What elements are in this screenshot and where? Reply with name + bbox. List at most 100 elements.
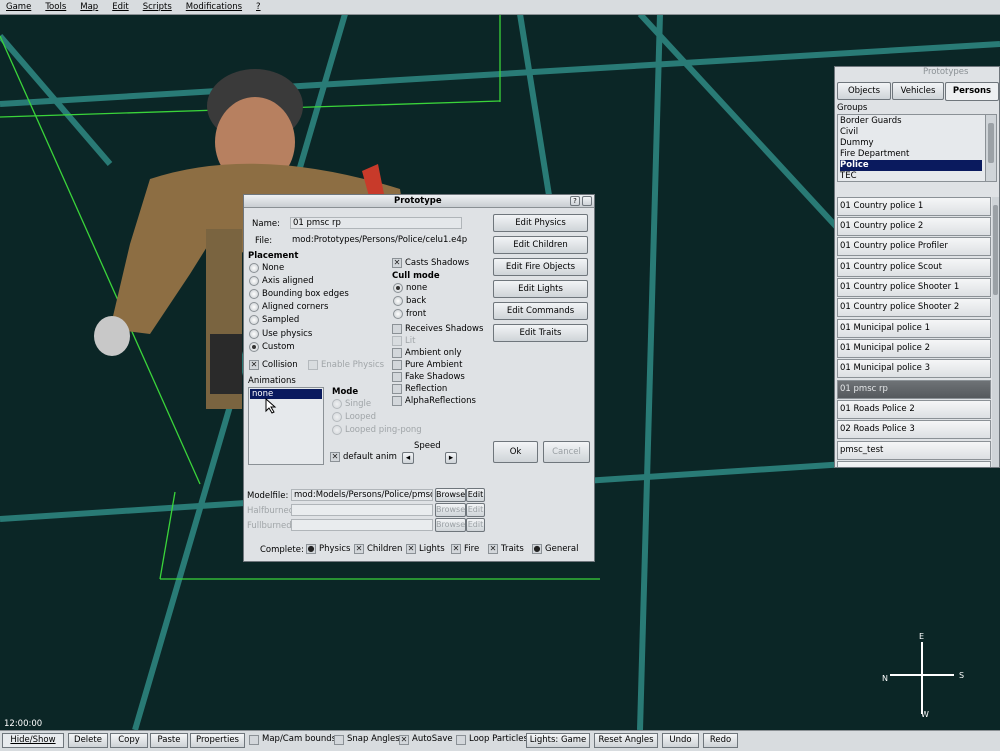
menu-edit[interactable]: Edit bbox=[106, 2, 136, 12]
edit-traits-button[interactable]: Edit Traits bbox=[493, 324, 588, 342]
placement-use-physics-radio[interactable] bbox=[249, 329, 259, 339]
receives-shadows-checkbox[interactable] bbox=[392, 324, 402, 334]
group-item[interactable]: Dummy bbox=[840, 138, 982, 149]
complete-traits-checkbox[interactable]: ✕ bbox=[488, 544, 498, 554]
prototype-item[interactable]: 01 Country police 2 bbox=[837, 217, 991, 236]
prototype-item[interactable]: 01 Country police Profiler bbox=[837, 237, 991, 256]
complete-lights-checkbox[interactable]: ✕ bbox=[406, 544, 416, 554]
prototype-list[interactable]: 01 Country police 1 01 Country police 2 … bbox=[835, 195, 999, 467]
menu-help[interactable]: ? bbox=[250, 2, 269, 12]
map-cam-bounds-checkbox[interactable] bbox=[249, 735, 259, 745]
loop-particles-checkbox[interactable] bbox=[456, 735, 466, 745]
redo-button[interactable]: Redo bbox=[703, 733, 738, 748]
paste-button[interactable]: Paste bbox=[150, 733, 188, 748]
autosave-checkbox[interactable]: ✕ bbox=[399, 735, 409, 745]
casts-shadows-checkbox[interactable]: ✕ bbox=[392, 258, 402, 268]
modelfile-browse-button[interactable]: Browse bbox=[435, 488, 466, 502]
cancel-button[interactable]: Cancel bbox=[543, 441, 590, 463]
placement-custom-radio[interactable] bbox=[249, 342, 259, 352]
edit-physics-button[interactable]: Edit Physics bbox=[493, 214, 588, 232]
placement-axis-aligned-radio[interactable] bbox=[249, 276, 259, 286]
dialog-help-button[interactable]: ? bbox=[570, 196, 580, 206]
prototype-item[interactable]: 01 Country police Shooter 1 bbox=[837, 278, 991, 297]
cull-front-radio[interactable] bbox=[393, 309, 403, 319]
lights-game-button[interactable]: Lights: Game bbox=[526, 733, 590, 748]
fullburned-input[interactable] bbox=[291, 519, 433, 531]
complete-general-checkbox[interactable]: ● bbox=[532, 544, 542, 554]
prototype-item[interactable]: 01 Roads Police 2 bbox=[837, 400, 991, 419]
prototype-item[interactable]: 01 Municipal police 2 bbox=[837, 339, 991, 358]
properties-button[interactable]: Properties bbox=[190, 733, 245, 748]
group-item[interactable]: Border Guards bbox=[840, 116, 982, 127]
animation-item-none[interactable]: none bbox=[250, 389, 322, 399]
snap-angles-checkbox[interactable] bbox=[334, 735, 344, 745]
alpha-reflections-checkbox[interactable] bbox=[392, 396, 402, 406]
ambient-only-checkbox[interactable] bbox=[392, 348, 402, 358]
placement-none-radio[interactable] bbox=[249, 263, 259, 273]
fake-shadows-checkbox[interactable] bbox=[392, 372, 402, 382]
placement-sampled-radio[interactable] bbox=[249, 315, 259, 325]
prototype-item[interactable]: 01 Country police 1 bbox=[837, 197, 991, 216]
complete-fire-checkbox[interactable]: ✕ bbox=[451, 544, 461, 554]
placement-aligned-corners-radio[interactable] bbox=[249, 302, 259, 312]
group-item[interactable]: Fire Department bbox=[840, 149, 982, 160]
menu-map[interactable]: Map bbox=[74, 2, 106, 12]
edit-children-button[interactable]: Edit Children bbox=[493, 236, 588, 254]
speed-decrease-button[interactable]: ◂ bbox=[402, 452, 414, 464]
prototype-item[interactable] bbox=[837, 461, 991, 467]
prototype-item[interactable]: pmsc_test bbox=[837, 441, 991, 460]
cull-none-radio[interactable] bbox=[393, 283, 403, 293]
pure-ambient-checkbox[interactable] bbox=[392, 360, 402, 370]
prototype-item[interactable]: 01 Country police Shooter 2 bbox=[837, 298, 991, 317]
reflection-checkbox[interactable] bbox=[392, 384, 402, 394]
ok-button[interactable]: Ok bbox=[493, 441, 538, 463]
mode-single-radio[interactable] bbox=[332, 399, 342, 409]
tab-persons[interactable]: Persons bbox=[945, 82, 999, 101]
group-item[interactable]: Civil bbox=[840, 127, 982, 138]
speed-increase-button[interactable]: ▸ bbox=[445, 452, 457, 464]
fullburned-edit-button[interactable]: Edit bbox=[466, 518, 485, 532]
mode-looped-ping-pong-radio[interactable] bbox=[332, 425, 342, 435]
copy-button[interactable]: Copy bbox=[110, 733, 148, 748]
halfburned-input[interactable] bbox=[291, 504, 433, 516]
menu-scripts[interactable]: Scripts bbox=[137, 2, 180, 12]
menu-modifications[interactable]: Modifications bbox=[180, 2, 250, 12]
tab-vehicles[interactable]: Vehicles bbox=[892, 82, 944, 100]
halfburned-browse-button[interactable]: Browse bbox=[435, 503, 466, 517]
menu-tools[interactable]: Tools bbox=[39, 2, 74, 12]
name-input[interactable]: 01 pmsc rp bbox=[290, 217, 462, 229]
complete-children-checkbox[interactable]: ✕ bbox=[354, 544, 364, 554]
prototype-item[interactable]: 01 Country police Scout bbox=[837, 258, 991, 277]
lit-checkbox[interactable] bbox=[392, 336, 402, 346]
menu-game[interactable]: Game bbox=[0, 2, 39, 12]
groups-scrollbar-thumb[interactable] bbox=[988, 123, 994, 163]
cull-back-radio[interactable] bbox=[393, 296, 403, 306]
halfburned-edit-button[interactable]: Edit bbox=[466, 503, 485, 517]
placement-bounding-box-radio[interactable] bbox=[249, 289, 259, 299]
undo-button[interactable]: Undo bbox=[662, 733, 699, 748]
reset-angles-button[interactable]: Reset Angles bbox=[594, 733, 658, 748]
fullburned-browse-button[interactable]: Browse bbox=[435, 518, 466, 532]
collision-checkbox[interactable]: ✕ bbox=[249, 360, 259, 370]
complete-physics-checkbox[interactable]: ● bbox=[306, 544, 316, 554]
prototype-list-scrollbar[interactable] bbox=[992, 197, 999, 467]
group-item-selected[interactable]: Police bbox=[840, 160, 982, 171]
prototype-item[interactable]: 02 Roads Police 3 bbox=[837, 420, 991, 439]
edit-fire-objects-button[interactable]: Edit Fire Objects bbox=[493, 258, 588, 276]
groups-list[interactable]: Border Guards Civil Dummy Fire Departmen… bbox=[837, 114, 997, 182]
groups-scrollbar[interactable] bbox=[985, 115, 996, 181]
animations-list[interactable]: none bbox=[248, 387, 324, 465]
modelfile-edit-button[interactable]: Edit bbox=[466, 488, 485, 502]
hide-show-button[interactable]: Hide/Show bbox=[2, 733, 64, 748]
mode-looped-radio[interactable] bbox=[332, 412, 342, 422]
prototype-item[interactable]: 01 Municipal police 3 bbox=[837, 359, 991, 378]
prototype-item[interactable]: 01 Municipal police 1 bbox=[837, 319, 991, 338]
default-anim-checkbox[interactable]: ✕ bbox=[330, 452, 340, 462]
enable-physics-checkbox[interactable] bbox=[308, 360, 318, 370]
delete-button[interactable]: Delete bbox=[68, 733, 108, 748]
modelfile-input[interactable]: mod:Models/Persons/Police/pmsc rp/ bbox=[291, 489, 433, 501]
group-item[interactable]: TEC bbox=[840, 171, 982, 181]
edit-commands-button[interactable]: Edit Commands bbox=[493, 302, 588, 320]
prototype-list-scrollbar-thumb[interactable] bbox=[993, 205, 998, 295]
tab-objects[interactable]: Objects bbox=[837, 82, 891, 100]
